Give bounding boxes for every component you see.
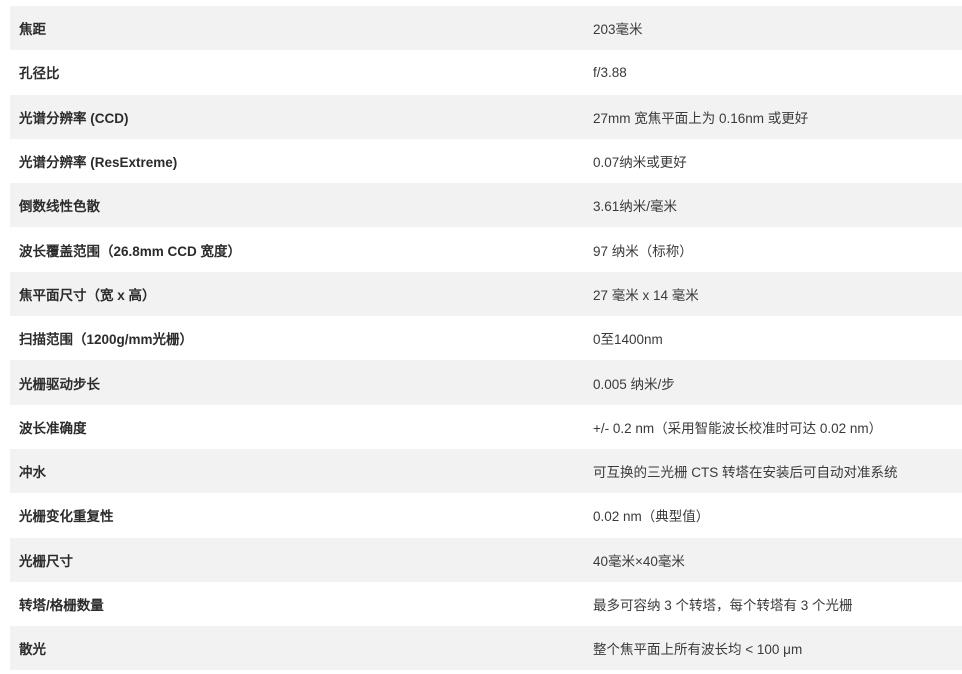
table-row: 光栅驱动步长 0.005 纳米/步: [10, 360, 962, 405]
spec-value: 0.07纳米或更好: [583, 138, 962, 184]
table-row: 孔径比 f/3.88: [10, 50, 962, 95]
spec-value: 97 纳米（标称）: [583, 227, 962, 272]
spec-value: 0.02 nm（典型值）: [583, 493, 962, 538]
table-row: 波长准确度 +/- 0.2 nm（采用智能波长校准时可达 0.02 nm）: [10, 404, 962, 449]
spec-label: 光谱分辨率 (ResExtreme): [10, 138, 583, 184]
spec-value: 0.005 纳米/步: [583, 360, 962, 405]
table-row: 转塔/格栅数量 最多可容纳 3 个转塔，每个转塔有 3 个光栅: [10, 581, 962, 627]
spec-label: 倒数线性色散: [10, 183, 583, 228]
spec-value: 27 毫米 x 14 毫米: [583, 271, 962, 317]
spec-label: 焦距: [10, 6, 583, 51]
table-row: 焦平面尺寸（宽 x 高） 27 毫米 x 14 毫米: [10, 271, 962, 317]
spec-label: 焦平面尺寸（宽 x 高）: [10, 271, 583, 317]
spec-table: 焦距 203毫米 孔径比 f/3.88 光谱分辨率 (CCD) 27mm 宽焦平…: [10, 6, 962, 671]
table-row: 焦距 203毫米: [10, 6, 962, 51]
spec-label: 散光: [10, 626, 583, 671]
spec-label: 光栅变化重复性: [10, 493, 583, 538]
spec-table-body: 焦距 203毫米 孔径比 f/3.88 光谱分辨率 (CCD) 27mm 宽焦平…: [10, 6, 962, 671]
spec-value: 0至1400nm: [583, 316, 962, 361]
spec-value: 3.61纳米/毫米: [583, 183, 962, 228]
spec-label: 冲水: [10, 448, 583, 494]
spec-value: 27mm 宽焦平面上为 0.16nm 或更好: [583, 94, 962, 139]
spec-label: 光栅尺寸: [10, 537, 583, 582]
spec-label: 光谱分辨率 (CCD): [10, 94, 583, 139]
spec-value: 最多可容纳 3 个转塔，每个转塔有 3 个光栅: [583, 581, 962, 627]
spec-label: 转塔/格栅数量: [10, 581, 583, 627]
table-row: 光栅变化重复性 0.02 nm（典型值）: [10, 493, 962, 538]
table-row: 波长覆盖范围（26.8mm CCD 宽度） 97 纳米（标称）: [10, 227, 962, 272]
spec-value: 203毫米: [583, 6, 962, 51]
spec-value: +/- 0.2 nm（采用智能波长校准时可达 0.02 nm）: [583, 404, 962, 449]
table-row: 光谱分辨率 (CCD) 27mm 宽焦平面上为 0.16nm 或更好: [10, 94, 962, 139]
spec-label: 光栅驱动步长: [10, 360, 583, 405]
table-row: 光谱分辨率 (ResExtreme) 0.07纳米或更好: [10, 138, 962, 184]
table-row: 散光 整个焦平面上所有波长均 < 100 μm: [10, 626, 962, 671]
spec-label: 扫描范围（1200g/mm光栅）: [10, 316, 583, 361]
table-row: 光栅尺寸 40毫米×40毫米: [10, 537, 962, 582]
spec-value: 可互换的三光栅 CTS 转塔在安装后可自动对准系统: [583, 448, 962, 494]
spec-label: 波长覆盖范围（26.8mm CCD 宽度）: [10, 227, 583, 272]
table-row: 扫描范围（1200g/mm光栅） 0至1400nm: [10, 316, 962, 361]
spec-value: 整个焦平面上所有波长均 < 100 μm: [583, 626, 962, 671]
spec-value: f/3.88: [583, 50, 962, 95]
spec-value: 40毫米×40毫米: [583, 537, 962, 582]
spec-label: 孔径比: [10, 50, 583, 95]
table-row: 倒数线性色散 3.61纳米/毫米: [10, 183, 962, 228]
spec-label: 波长准确度: [10, 404, 583, 449]
table-row: 冲水 可互换的三光栅 CTS 转塔在安装后可自动对准系统: [10, 448, 962, 494]
